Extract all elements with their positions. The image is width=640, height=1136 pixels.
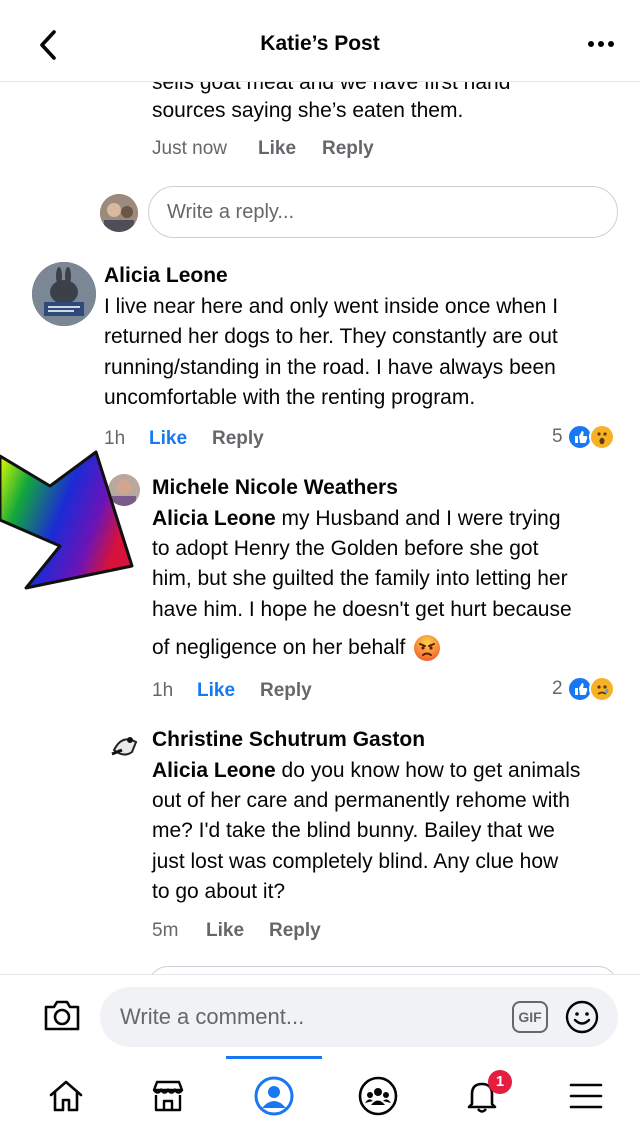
timestamp: Just now [152, 138, 227, 159]
next-reply-box-edge [148, 966, 618, 974]
comment-line: do you know how to get animals [275, 759, 581, 782]
notification-badge: 1 [488, 1070, 512, 1094]
tab-marketplace[interactable] [128, 1066, 208, 1126]
page-title: Katie’s Post [260, 32, 380, 55]
commenter-name[interactable]: Michele Nicole Weathers [152, 476, 398, 500]
wow-reaction-icon [588, 424, 615, 450]
rabbit-photo-icon [32, 262, 96, 326]
top-bar: Katie’s Post [0, 0, 640, 82]
timestamp: 5m [152, 920, 179, 941]
comment-line: of negligence on her behalf [152, 636, 406, 659]
comment-body: I live near here and only went inside on… [104, 292, 624, 414]
avatar-alicia-leone[interactable] [32, 262, 96, 326]
user-photo-icon [100, 194, 138, 232]
prev-comment-text: sources saying she’s eaten them. [152, 99, 464, 122]
like-button[interactable]: Like [258, 138, 296, 160]
more-options-icon[interactable] [586, 30, 616, 54]
gif-button[interactable]: GIF [512, 1001, 548, 1033]
comment-body: to adopt Henry the Golden before she got… [152, 534, 632, 625]
comment-line: running/standing in the road. I have alw… [104, 355, 556, 379]
reply-button[interactable]: Reply [269, 920, 321, 942]
reaction-count: 5 [552, 426, 563, 447]
timestamp: 1h [152, 680, 174, 701]
bottom-tab-bar: 1 [0, 1056, 640, 1136]
comment-line: have him. I hope he doesn't get hurt bec… [152, 597, 572, 621]
marketplace-icon [152, 1080, 184, 1112]
comment-line: just lost was completely blind. Any clue… [152, 849, 559, 873]
comment-line: me? I'd take the blind bunny. Bailey tha… [152, 819, 555, 843]
comment-line: returned her dogs to her. They constantl… [104, 325, 558, 349]
rainbow-arrow-icon [0, 450, 134, 590]
reply-button[interactable]: Reply [322, 138, 374, 160]
mention-tag[interactable]: Alicia Leone [152, 507, 276, 530]
home-icon [49, 1080, 83, 1112]
comment-placeholder: Write a comment... [120, 1004, 305, 1029]
comment-body: out of her care and permanently rehome w… [152, 786, 632, 908]
camera-icon[interactable] [42, 997, 82, 1033]
active-tab-indicator [226, 1056, 322, 1059]
tab-home[interactable] [26, 1066, 106, 1126]
comment-line: him, but she guilted the family into let… [152, 567, 568, 591]
reply-placeholder: Write a reply... [167, 201, 295, 223]
hamburger-menu-icon [569, 1083, 603, 1109]
comment-last-line: of negligence on her behalf [152, 633, 441, 663]
angry-emoji-icon [414, 635, 441, 662]
like-button[interactable]: Like [197, 680, 235, 702]
reaction-summary[interactable]: 5 [552, 424, 615, 450]
like-button[interactable]: Like [149, 428, 187, 450]
comment-line: I live near here and only went inside on… [104, 295, 559, 318]
comments-feed[interactable]: sells goat meat and we have first hand s… [0, 82, 640, 974]
comment-first-line: Alicia Leone my Husband and I were tryin… [152, 504, 561, 534]
comment-line: my Husband and I were trying [275, 507, 561, 530]
groups-icon [358, 1076, 398, 1116]
avatar [100, 194, 138, 232]
emoji-icon[interactable] [564, 999, 600, 1035]
reply-button[interactable]: Reply [212, 428, 264, 450]
reaction-count: 2 [552, 678, 563, 699]
comment-input[interactable]: Write a comment... GIF [100, 987, 618, 1047]
mention-tag[interactable]: Alicia Leone [152, 759, 276, 782]
tab-groups[interactable] [338, 1066, 418, 1126]
comment-actions: 1h Like Reply [152, 680, 412, 706]
tab-notifications[interactable]: 1 [442, 1066, 522, 1126]
avatar-christine-schutrum-gaston[interactable] [108, 728, 142, 762]
like-button[interactable]: Like [206, 920, 244, 942]
tab-menu[interactable] [546, 1066, 626, 1126]
comment-actions: 1h Like Reply [104, 428, 364, 454]
comment-first-line: Alicia Leone do you know how to get anim… [152, 756, 580, 786]
sad-reaction-icon [588, 676, 615, 702]
comment-composer: Write a comment... GIF [0, 974, 640, 1056]
comment-line: uncomfortable with the renting program. [104, 386, 476, 410]
prev-comment-actions: Just now Like Reply [152, 138, 452, 164]
comment-line: out of her care and permanently rehome w… [152, 789, 570, 812]
comment-actions: 5m Like Reply [152, 920, 412, 946]
commenter-name[interactable]: Christine Schutrum Gaston [152, 728, 425, 752]
commenter-name[interactable]: Alicia Leone [104, 264, 228, 288]
comment-line: to adopt Henry the Golden before she got [152, 537, 539, 560]
comment-line: to go about it? [152, 880, 286, 904]
reaction-summary[interactable]: 2 [552, 676, 615, 702]
reply-input[interactable]: Write a reply... [148, 186, 618, 238]
user-photo-icon [108, 728, 142, 762]
tab-profile[interactable] [234, 1066, 314, 1126]
profile-icon [254, 1076, 294, 1116]
reply-button[interactable]: Reply [260, 680, 312, 702]
